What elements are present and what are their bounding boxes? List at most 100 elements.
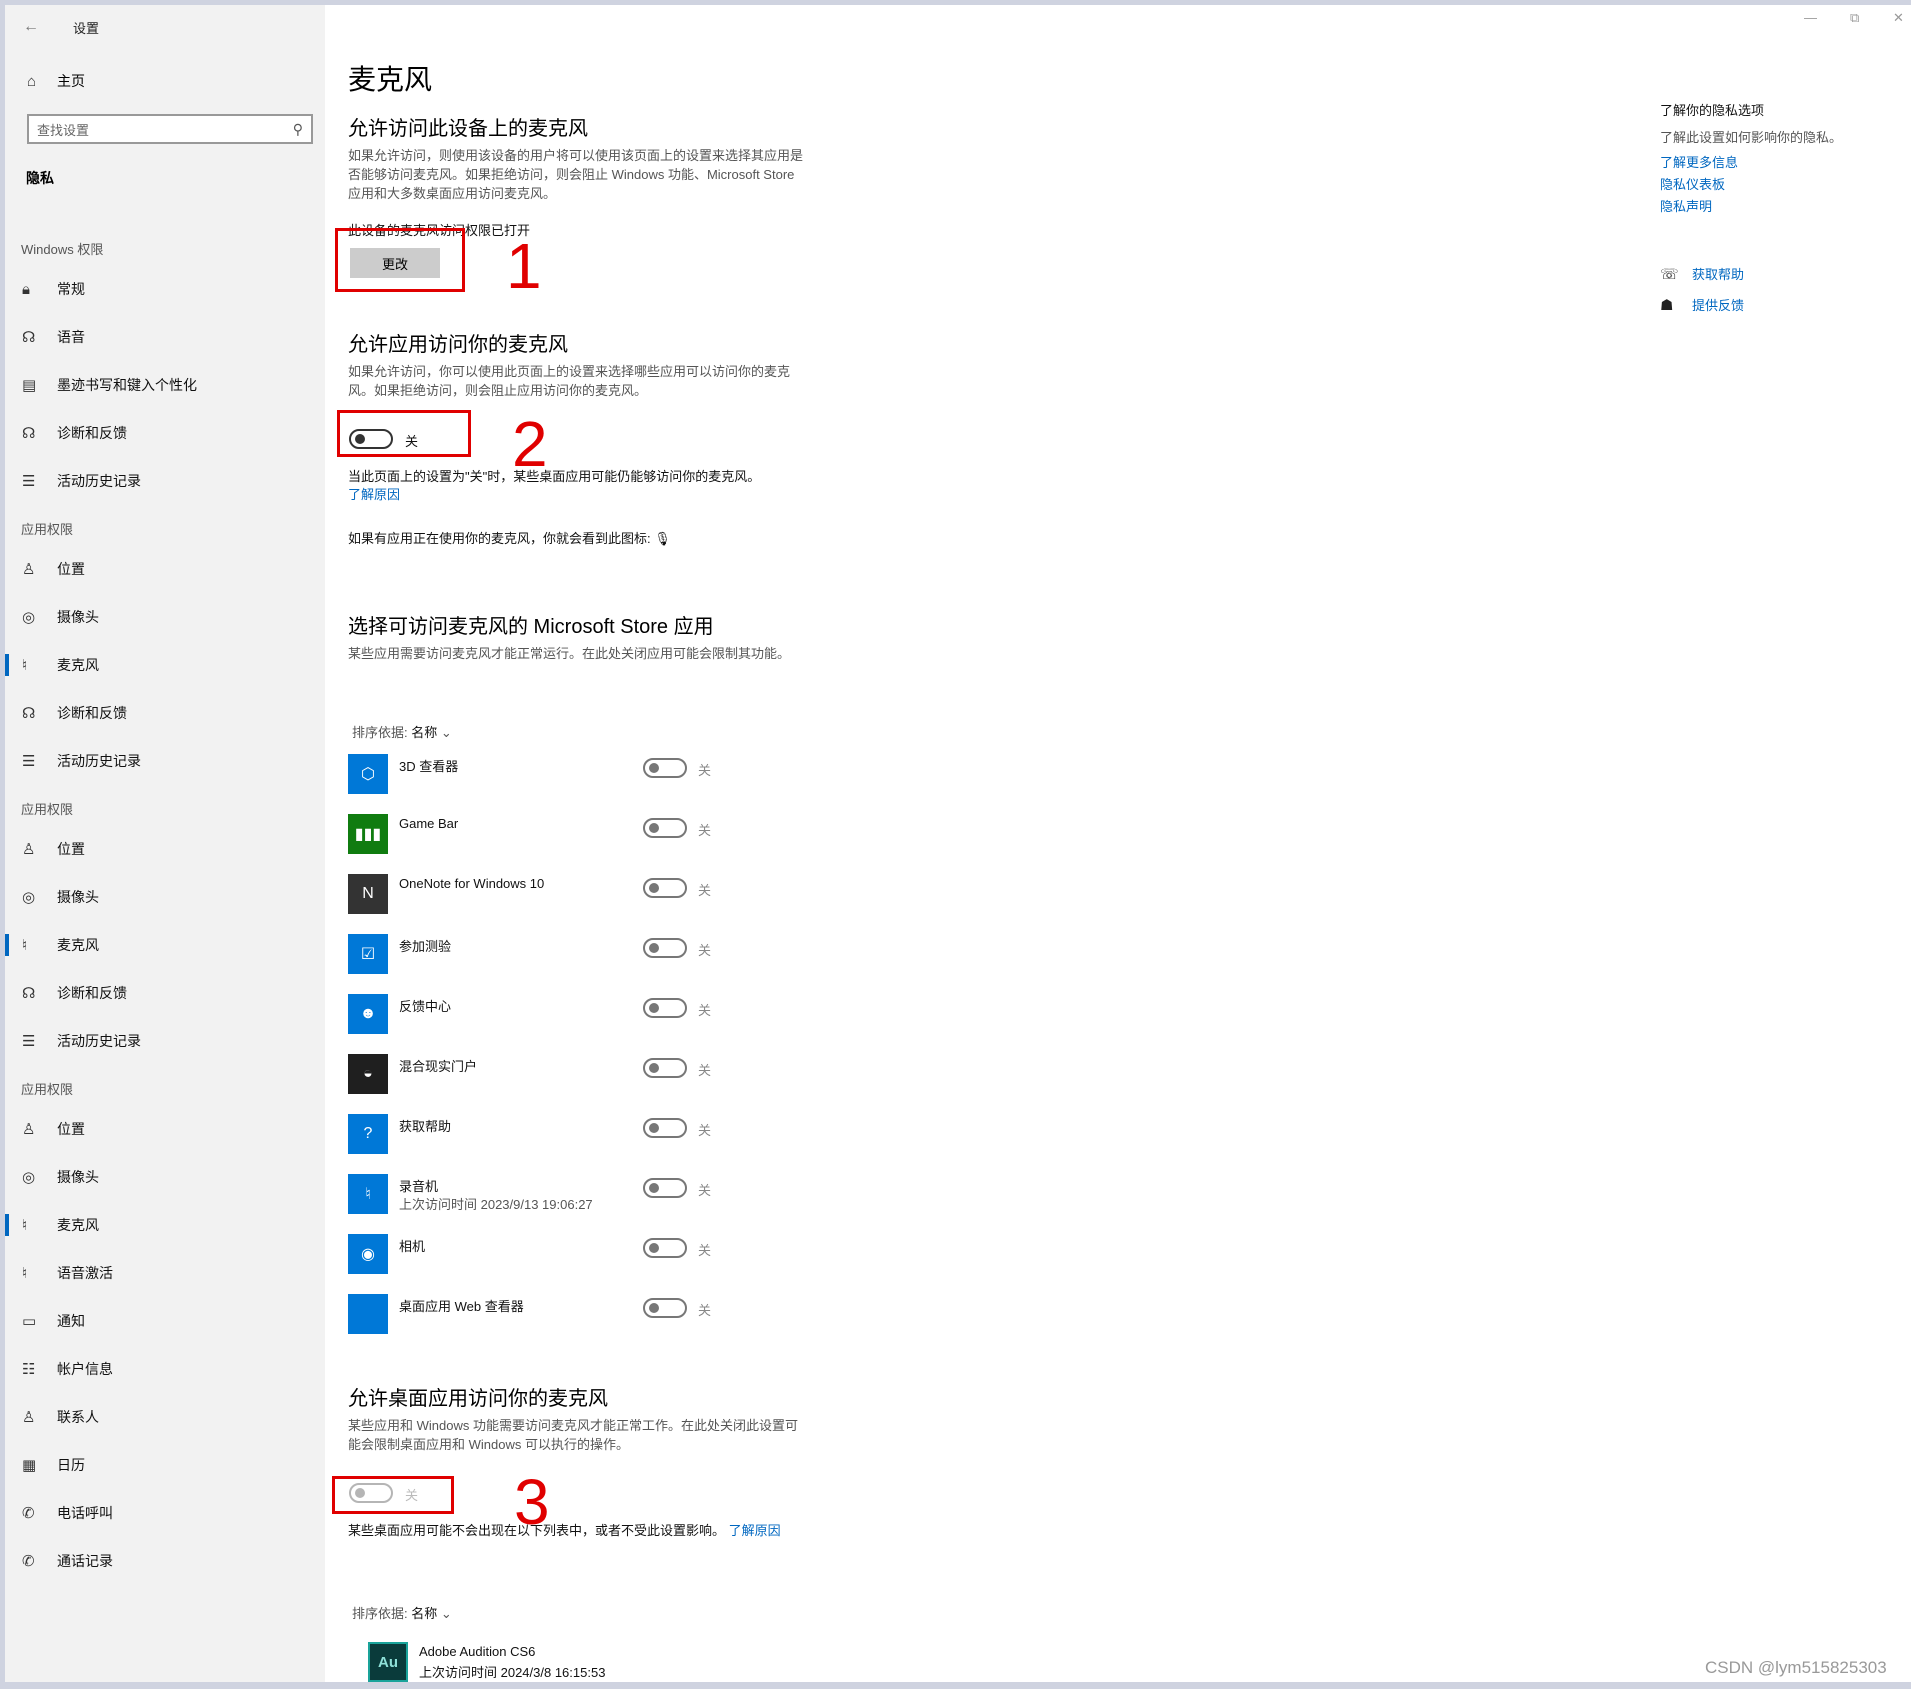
phone-icon: ✆: [22, 1505, 35, 1522]
camera-icon: ◎: [22, 1169, 36, 1186]
store-app-name: 3D 查看器: [399, 759, 459, 774]
sidebar-item[interactable]: ▦ 日历: [5, 1441, 325, 1489]
device-access-description: 如果允许访问，则使用该设备的用户将可以使用该页面上的设置来选择其应用是否能够访问…: [348, 148, 804, 201]
voice-activation-icon: ♮: [22, 1265, 28, 1282]
timeline-icon: ☰: [22, 753, 36, 770]
sidebar-item[interactable]: ♙ 位置: [5, 1105, 325, 1153]
sidebar-item[interactable]: ♮ 麦克风: [5, 641, 325, 689]
get-help-label: 获取帮助: [1692, 267, 1745, 282]
sidebar-item[interactable]: ☰ 活动历史记录: [5, 457, 325, 505]
sidebar-item[interactable]: ◎ 摄像头: [5, 873, 325, 921]
sidebar-item[interactable]: ◎ 摄像头: [5, 1153, 325, 1201]
store-app-toggle[interactable]: [643, 998, 687, 1018]
desktop-apps-sort[interactable]: 排序依据: 名称 ⌄: [352, 1603, 452, 1622]
store-app-toggle[interactable]: [643, 1298, 687, 1318]
sidebar-item[interactable]: ◎ 摄像头: [5, 593, 325, 641]
store-app-toggle[interactable]: [643, 818, 687, 838]
mic-indicator-text: 如果有应用正在使用你的麦克风，你就会看到此图标: 🎙︎: [348, 529, 671, 548]
sidebar-item-label: 位置: [57, 841, 85, 857]
give-feedback-link[interactable]: ☗ 提供反馈: [1660, 295, 1744, 314]
sidebar-item-label: 位置: [57, 1121, 85, 1137]
desktop-app-item: Au Adobe Audition CS6 上次访问时间 2024/3/8 16…: [368, 1642, 828, 1686]
store-app-toggle[interactable]: [643, 1118, 687, 1138]
sidebar-item[interactable]: ▤ 墨迹书写和键入个性化: [5, 361, 325, 409]
sidebar-item-label: 帐户信息: [57, 1361, 113, 1377]
maximize-button[interactable]: ⧉: [1850, 10, 1859, 26]
store-app-toggle[interactable]: [643, 1058, 687, 1078]
sidebar-item[interactable]: ♮ 语音激活: [5, 1249, 325, 1297]
sidebar-group-title: 应用权限: [21, 1082, 74, 1097]
give-feedback-label: 提供反馈: [1692, 298, 1745, 313]
close-button[interactable]: ✕: [1893, 10, 1904, 26]
back-arrow-icon[interactable]: ←: [23, 18, 53, 36]
sidebar-item[interactable]: ☰ 活动历史记录: [5, 1017, 325, 1065]
sort-label: 排序依据:: [352, 725, 408, 740]
device-access-heading: 允许访问此设备上的麦克风: [348, 118, 588, 140]
sidebar-item[interactable]: ♙ 联系人: [5, 1393, 325, 1441]
store-app-name: 获取帮助: [399, 1119, 452, 1134]
store-app-item: ? 获取帮助 关: [348, 1114, 808, 1158]
minimize-button[interactable]: —: [1804, 10, 1817, 25]
store-apps-description: 某些应用需要访问麦克风才能正常运行。在此处关闭应用可能会限制其功能。: [348, 646, 791, 661]
get-help-link[interactable]: ☏ 获取帮助: [1660, 264, 1744, 283]
toggle-knob: [649, 1183, 659, 1193]
learn-why-link[interactable]: 了解原因: [348, 485, 400, 504]
store-app-toggle-label: 关: [698, 1243, 712, 1258]
store-app-toggle[interactable]: [643, 878, 687, 898]
sidebar-item-label: 活动历史记录: [57, 1033, 141, 1049]
sidebar-item[interactable]: ☊ 语音: [5, 313, 325, 361]
desktop-learn-why-link[interactable]: 了解原因: [729, 1523, 781, 1538]
store-app-toggle[interactable]: [643, 758, 687, 778]
home-nav-item[interactable]: ⌂ 主页: [27, 71, 85, 91]
sidebar-item-label: 常规: [57, 281, 85, 297]
store-app-name: 相机: [399, 1239, 426, 1254]
store-app-name: OneNote for Windows 10: [399, 876, 545, 891]
sidebar-item[interactable]: ✆ 电话呼叫: [5, 1489, 325, 1537]
location-icon: ♙: [22, 1121, 36, 1138]
privacy-statement-link[interactable]: 隐私声明: [1660, 196, 1900, 215]
desktop-apps-note-text: 某些桌面应用可能不会出现在以下列表中，或者不受此设置影响。: [348, 1523, 726, 1538]
chat-help-icon: ☏: [1660, 265, 1679, 283]
lock-icon: 🔒︎: [22, 280, 30, 298]
apps-access-note: 当此页面上的设置为"关"时，某些桌面应用可能仍能够访问你的麦克风。: [348, 469, 761, 484]
call-history-icon: ✆: [22, 1553, 35, 1570]
sidebar: ← 设置 ⌂ 主页 查找设置 ⚲ 隐私 Windows 权限 🔒︎ 常规 ☊ 语音 ▤ 墨迹…: [5, 5, 325, 1682]
annotation-box-2: [337, 410, 471, 457]
privacy-info-description: 了解此设置如何影响你的隐私。: [1660, 130, 1843, 145]
sidebar-item[interactable]: ☷ 帐户信息: [5, 1345, 325, 1393]
search-input[interactable]: 查找设置 ⚲: [27, 114, 313, 144]
sidebar-item[interactable]: ♮ 麦克风: [5, 921, 325, 969]
store-app-toggle-label: 关: [698, 1303, 712, 1318]
store-app-toggle-label: 关: [698, 1183, 712, 1198]
sidebar-group-title: 应用权限: [21, 802, 74, 817]
toggle-knob: [649, 1243, 659, 1253]
sidebar-item[interactable]: ♙ 位置: [5, 545, 325, 593]
store-app-toggle-label: 关: [698, 883, 712, 898]
desktop-apps-heading: 允许桌面应用访问你的麦克风: [348, 1388, 608, 1410]
store-app-toggle[interactable]: [643, 1238, 687, 1258]
sidebar-item[interactable]: ☰ 活动历史记录: [5, 737, 325, 785]
sidebar-item[interactable]: ☊ 诊断和反馈: [5, 969, 325, 1017]
timeline-icon: ☰: [22, 1033, 36, 1050]
sidebar-item[interactable]: ✆ 通话记录: [5, 1537, 325, 1585]
current-section-title: 隐私: [26, 170, 54, 186]
sidebar-item[interactable]: ☊ 诊断和反馈: [5, 689, 325, 737]
search-icon[interactable]: ⚲: [293, 121, 303, 138]
mixed-reality-icon: ◒: [348, 1054, 388, 1094]
learn-more-link[interactable]: 了解更多信息: [1660, 152, 1900, 171]
store-apps-sort[interactable]: 排序依据: 名称 ⌄: [352, 722, 452, 741]
store-app-toggle[interactable]: [643, 938, 687, 958]
privacy-dashboard-link[interactable]: 隐私仪表板: [1660, 174, 1900, 193]
store-app-toggle[interactable]: [643, 1178, 687, 1198]
sidebar-item[interactable]: ♮ 麦克风: [5, 1201, 325, 1249]
sidebar-item[interactable]: ♙ 位置: [5, 825, 325, 873]
3d-viewer-icon: ⬡: [348, 754, 388, 794]
sidebar-item[interactable]: ☊ 诊断和反馈: [5, 409, 325, 457]
privacy-info-heading: 了解你的隐私选项: [1660, 103, 1765, 118]
toggle-knob: [649, 1063, 659, 1073]
sidebar-item[interactable]: ▭ 通知: [5, 1297, 325, 1345]
sidebar-item[interactable]: 🔒︎ 常规: [5, 265, 325, 313]
sidebar-item-label: 活动历史记录: [57, 753, 141, 769]
apps-access-description: 如果允许访问，你可以使用此页面上的设置来选择哪些应用可以访问你的麦克风。如果拒绝…: [348, 364, 791, 398]
sidebar-item-label: 麦克风: [57, 657, 99, 673]
